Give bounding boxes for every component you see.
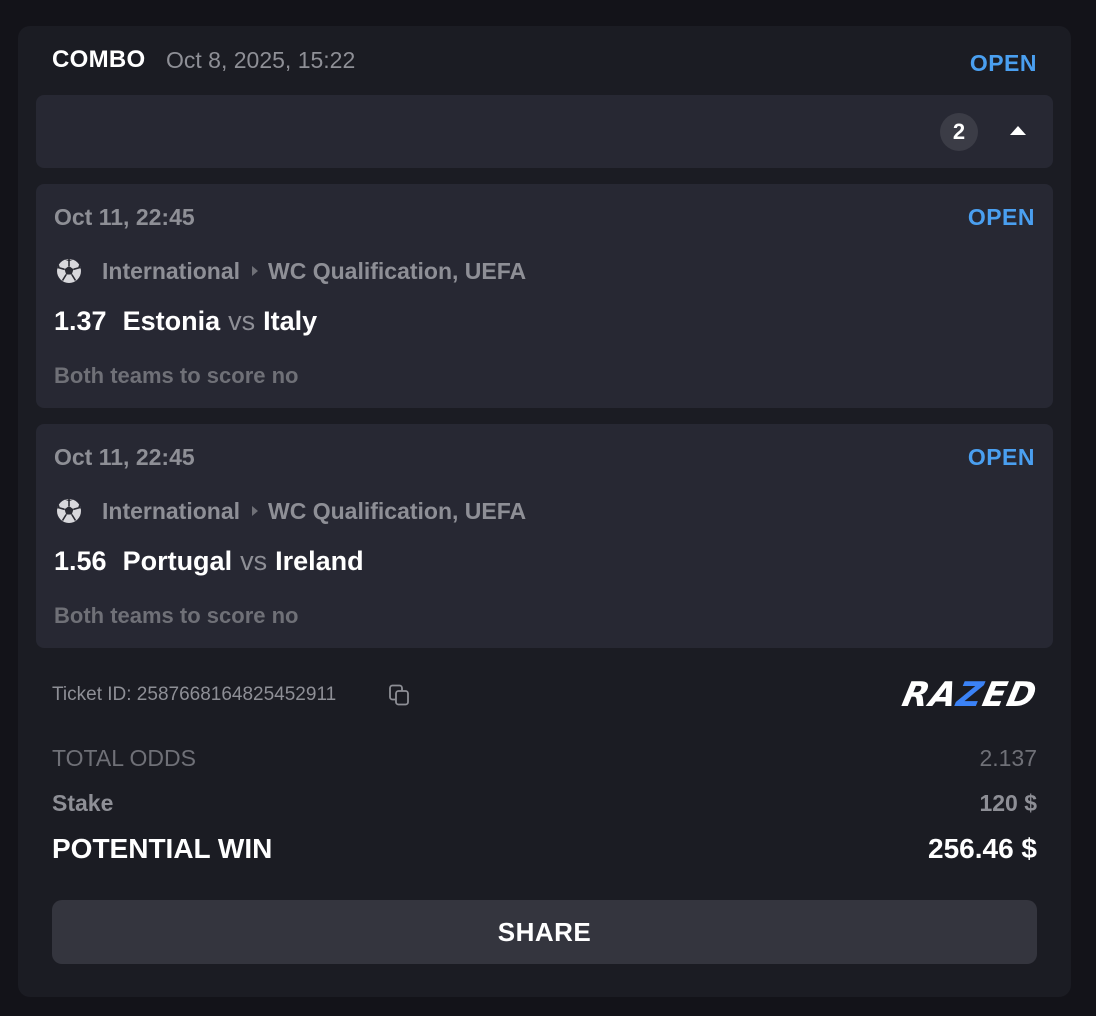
leg-odds: 1.37 <box>54 306 107 336</box>
event-datetime: Oct 11, 22:45 <box>54 444 195 470</box>
selections-count-badge: 2 <box>940 113 978 151</box>
tournament-label: WC Qualification, UEFA <box>268 257 527 284</box>
copy-icon[interactable] <box>387 683 411 707</box>
vs-label: vs <box>228 306 256 336</box>
home-team: Estonia <box>122 306 221 336</box>
bet-type-label: COMBO <box>52 46 146 73</box>
category-label: International <box>102 257 241 284</box>
bet-leg-card: Oct 11, 22:45 OPEN International WC Qual… <box>36 424 1053 648</box>
leg-status-badge: OPEN <box>967 204 1035 230</box>
market-selection: Both teams to score no <box>54 603 299 628</box>
ticket-info-row: Ticket ID: 2587668164825452911 RAZED <box>52 675 1041 718</box>
match-line: 1.37 Estonia vs Italy <box>54 306 317 337</box>
leg-odds: 1.56 <box>54 546 107 576</box>
vs-label: vs <box>240 546 268 576</box>
away-team: Ireland <box>275 546 364 576</box>
league-breadcrumb: International WC Qualification, UEFA <box>56 497 526 525</box>
total-odds-label: TOTAL ODDS <box>52 745 196 771</box>
share-button[interactable]: SHARE <box>52 900 1037 964</box>
league-breadcrumb: International WC Qualification, UEFA <box>56 257 526 285</box>
placed-datetime: Oct 8, 2025, 15:22 <box>166 47 356 73</box>
market-selection: Both teams to score no <box>54 363 299 388</box>
logo-text-start: RA <box>899 675 963 715</box>
bet-leg-card: Oct 11, 22:45 OPEN International WC Qual… <box>36 184 1053 408</box>
soccer-ball-icon <box>57 259 81 283</box>
potential-win-value: 256.46 $ <box>928 833 1037 864</box>
logo-text-end: ED <box>979 675 1042 715</box>
soccer-ball-icon <box>57 499 81 523</box>
ticket-status-badge: OPEN <box>969 50 1037 76</box>
event-datetime: Oct 11, 22:45 <box>54 204 195 230</box>
ticket-header: COMBO Oct 8, 2025, 15:22 OPEN <box>52 44 1037 78</box>
stake-label: Stake <box>52 790 114 816</box>
match-line: 1.56 Portugal vs Ireland <box>54 546 364 577</box>
ticket-id: Ticket ID: 2587668164825452911 <box>52 684 337 705</box>
chevron-right-icon <box>252 266 259 276</box>
chevron-right-icon <box>252 506 259 516</box>
selections-toggle-bar[interactable]: 2 <box>36 95 1053 168</box>
category-label: International <box>102 497 241 524</box>
caret-up-icon[interactable] <box>1010 126 1026 135</box>
bet-ticket-card: COMBO Oct 8, 2025, 15:22 OPEN 2 Oct 11, … <box>18 26 1071 997</box>
stake-value: 120 $ <box>979 790 1037 816</box>
razed-logo: RAZED <box>899 675 1042 715</box>
home-team: Portugal <box>122 546 233 576</box>
tournament-label: WC Qualification, UEFA <box>268 497 527 524</box>
leg-status-badge: OPEN <box>967 444 1035 470</box>
total-odds-value: 2.137 <box>979 745 1037 771</box>
away-team: Italy <box>263 306 318 336</box>
potential-win-label: POTENTIAL WIN <box>52 833 273 864</box>
